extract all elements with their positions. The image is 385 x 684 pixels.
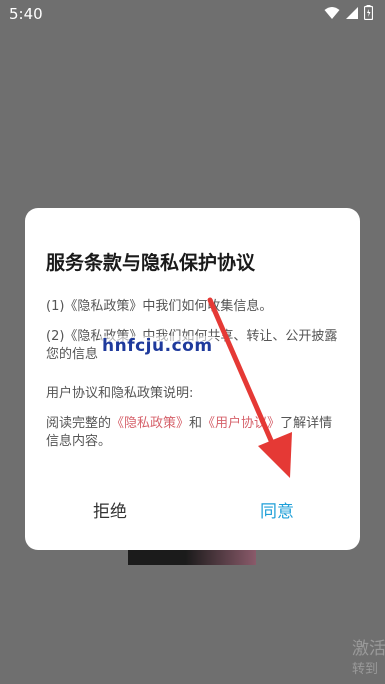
- item-collect-info: (1)《隐私政策》中我们如何收集信息。: [46, 299, 273, 314]
- privacy-policy-link[interactable]: 《隐私政策》: [111, 416, 189, 431]
- site-watermark: hnfcju.com: [100, 336, 215, 356]
- status-time: 5:40: [9, 5, 43, 23]
- body-prefix: 阅读完整的: [46, 416, 112, 431]
- agreement-description: 阅读完整的《隐私政策》和《用户协议》了解详情信息内容。: [46, 415, 338, 451]
- user-agreement-link[interactable]: 《用户协议》: [202, 416, 280, 431]
- status-icons: [324, 5, 373, 20]
- battery-icon: [364, 5, 373, 20]
- signal-icon: [346, 6, 358, 19]
- privacy-dialog: 服务条款与隐私保护协议 (1)《隐私政策》中我们如何收集信息。 (2)《隐私政策…: [25, 208, 360, 550]
- wifi-icon: [324, 6, 340, 19]
- agree-button[interactable]: 同意: [250, 491, 304, 528]
- decline-button[interactable]: 拒绝: [83, 491, 137, 528]
- dialog-title: 服务条款与隐私保护协议: [46, 252, 256, 274]
- background-activation-watermark: 激活 转到: [352, 639, 385, 677]
- section-heading: 用户协议和隐私政策说明:: [46, 386, 194, 401]
- status-bar: 5:40: [0, 0, 385, 28]
- and-text: 和: [189, 416, 203, 431]
- bg-watermark-line2: 转到: [352, 661, 379, 677]
- bg-watermark-line1: 激活: [352, 639, 385, 659]
